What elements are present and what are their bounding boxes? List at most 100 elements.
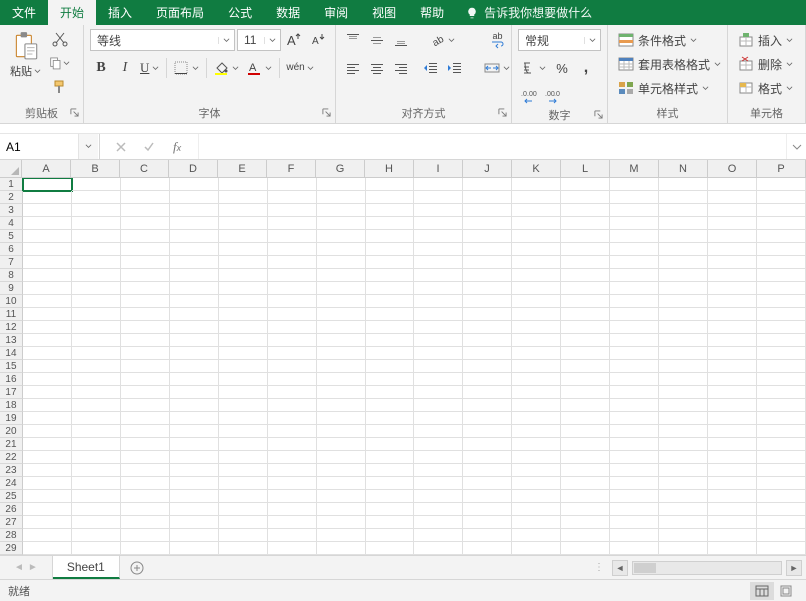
cell[interactable]: [561, 412, 610, 425]
cell[interactable]: [219, 347, 268, 360]
cell[interactable]: [121, 217, 170, 230]
cell[interactable]: [23, 282, 72, 295]
cell[interactable]: [170, 529, 219, 542]
sheet-nav-next[interactable]: ►: [28, 562, 38, 573]
cell[interactable]: [610, 412, 659, 425]
cell[interactable]: [708, 217, 757, 230]
cell[interactable]: [463, 516, 512, 529]
cell[interactable]: [72, 503, 121, 516]
decrease-decimal-button[interactable]: .00.0: [542, 85, 564, 107]
cell[interactable]: [708, 308, 757, 321]
cell[interactable]: [757, 412, 806, 425]
cell[interactable]: [512, 178, 561, 191]
cell[interactable]: [170, 347, 219, 360]
cell[interactable]: [561, 204, 610, 217]
cell[interactable]: [414, 269, 463, 282]
row-header[interactable]: 1: [0, 178, 23, 191]
column-header[interactable]: B: [71, 160, 120, 178]
cell[interactable]: [317, 412, 366, 425]
tab-file[interactable]: 文件: [0, 0, 48, 25]
row-header[interactable]: 5: [0, 230, 23, 243]
cell[interactable]: [72, 204, 121, 217]
cell[interactable]: [317, 230, 366, 243]
new-sheet-button[interactable]: [120, 556, 154, 579]
cell[interactable]: [708, 516, 757, 529]
cell[interactable]: [219, 425, 268, 438]
cell[interactable]: [708, 529, 757, 542]
cell[interactable]: [610, 386, 659, 399]
cell[interactable]: [659, 386, 708, 399]
cell[interactable]: [708, 191, 757, 204]
cell[interactable]: [512, 295, 561, 308]
tab-review[interactable]: 审阅: [312, 0, 360, 25]
cell[interactable]: [757, 490, 806, 503]
cell[interactable]: [317, 438, 366, 451]
cell[interactable]: [463, 321, 512, 334]
column-header[interactable]: G: [316, 160, 365, 178]
cell[interactable]: [463, 542, 512, 555]
cell[interactable]: [219, 217, 268, 230]
cell[interactable]: [757, 464, 806, 477]
cell[interactable]: [317, 386, 366, 399]
sheet-tab-1[interactable]: Sheet1: [53, 556, 120, 579]
cell[interactable]: [757, 438, 806, 451]
cell[interactable]: [268, 269, 317, 282]
cell[interactable]: [610, 490, 659, 503]
cell[interactable]: [268, 178, 317, 191]
cell[interactable]: [317, 529, 366, 542]
cell[interactable]: [708, 321, 757, 334]
row-header[interactable]: 13: [0, 334, 23, 347]
cell[interactable]: [170, 204, 219, 217]
cell[interactable]: [610, 425, 659, 438]
cell[interactable]: [170, 217, 219, 230]
cell[interactable]: [170, 308, 219, 321]
cell[interactable]: [23, 334, 72, 347]
cell[interactable]: [463, 464, 512, 477]
cell[interactable]: [268, 412, 317, 425]
cell[interactable]: [268, 516, 317, 529]
cut-button[interactable]: [49, 29, 71, 49]
cell[interactable]: [72, 490, 121, 503]
tab-insert[interactable]: 插入: [96, 0, 144, 25]
row-header[interactable]: 18: [0, 399, 23, 412]
font-name-combo[interactable]: 等线: [90, 29, 235, 51]
percent-button[interactable]: %: [551, 57, 573, 79]
cell[interactable]: [23, 191, 72, 204]
cell[interactable]: [72, 347, 121, 360]
row-header[interactable]: 24: [0, 477, 23, 490]
cell[interactable]: [317, 256, 366, 269]
cell[interactable]: [414, 295, 463, 308]
cell[interactable]: [72, 321, 121, 334]
cell[interactable]: [561, 295, 610, 308]
cell[interactable]: [708, 438, 757, 451]
insert-cells-button[interactable]: 插入: [734, 29, 797, 51]
italic-button[interactable]: I: [114, 57, 136, 79]
cell[interactable]: [659, 464, 708, 477]
cell[interactable]: [512, 451, 561, 464]
conditional-formatting-button[interactable]: 条件格式: [614, 29, 701, 51]
cell[interactable]: [757, 178, 806, 191]
cell[interactable]: [708, 425, 757, 438]
cell[interactable]: [708, 256, 757, 269]
cell[interactable]: [659, 516, 708, 529]
cell[interactable]: [317, 204, 366, 217]
cell[interactable]: [610, 178, 659, 191]
cell[interactable]: [757, 282, 806, 295]
select-all-corner[interactable]: [0, 160, 22, 178]
cell[interactable]: [219, 399, 268, 412]
cell[interactable]: [414, 412, 463, 425]
cell[interactable]: [659, 503, 708, 516]
row-header[interactable]: 22: [0, 451, 23, 464]
cell[interactable]: [268, 334, 317, 347]
cell[interactable]: [610, 269, 659, 282]
cell[interactable]: [463, 334, 512, 347]
cell[interactable]: [219, 360, 268, 373]
cell[interactable]: [463, 412, 512, 425]
cell[interactable]: [268, 399, 317, 412]
tab-formulas[interactable]: 公式: [216, 0, 264, 25]
cell[interactable]: [170, 425, 219, 438]
cell[interactable]: [366, 321, 415, 334]
cell[interactable]: [757, 217, 806, 230]
cell[interactable]: [317, 425, 366, 438]
cell[interactable]: [170, 295, 219, 308]
